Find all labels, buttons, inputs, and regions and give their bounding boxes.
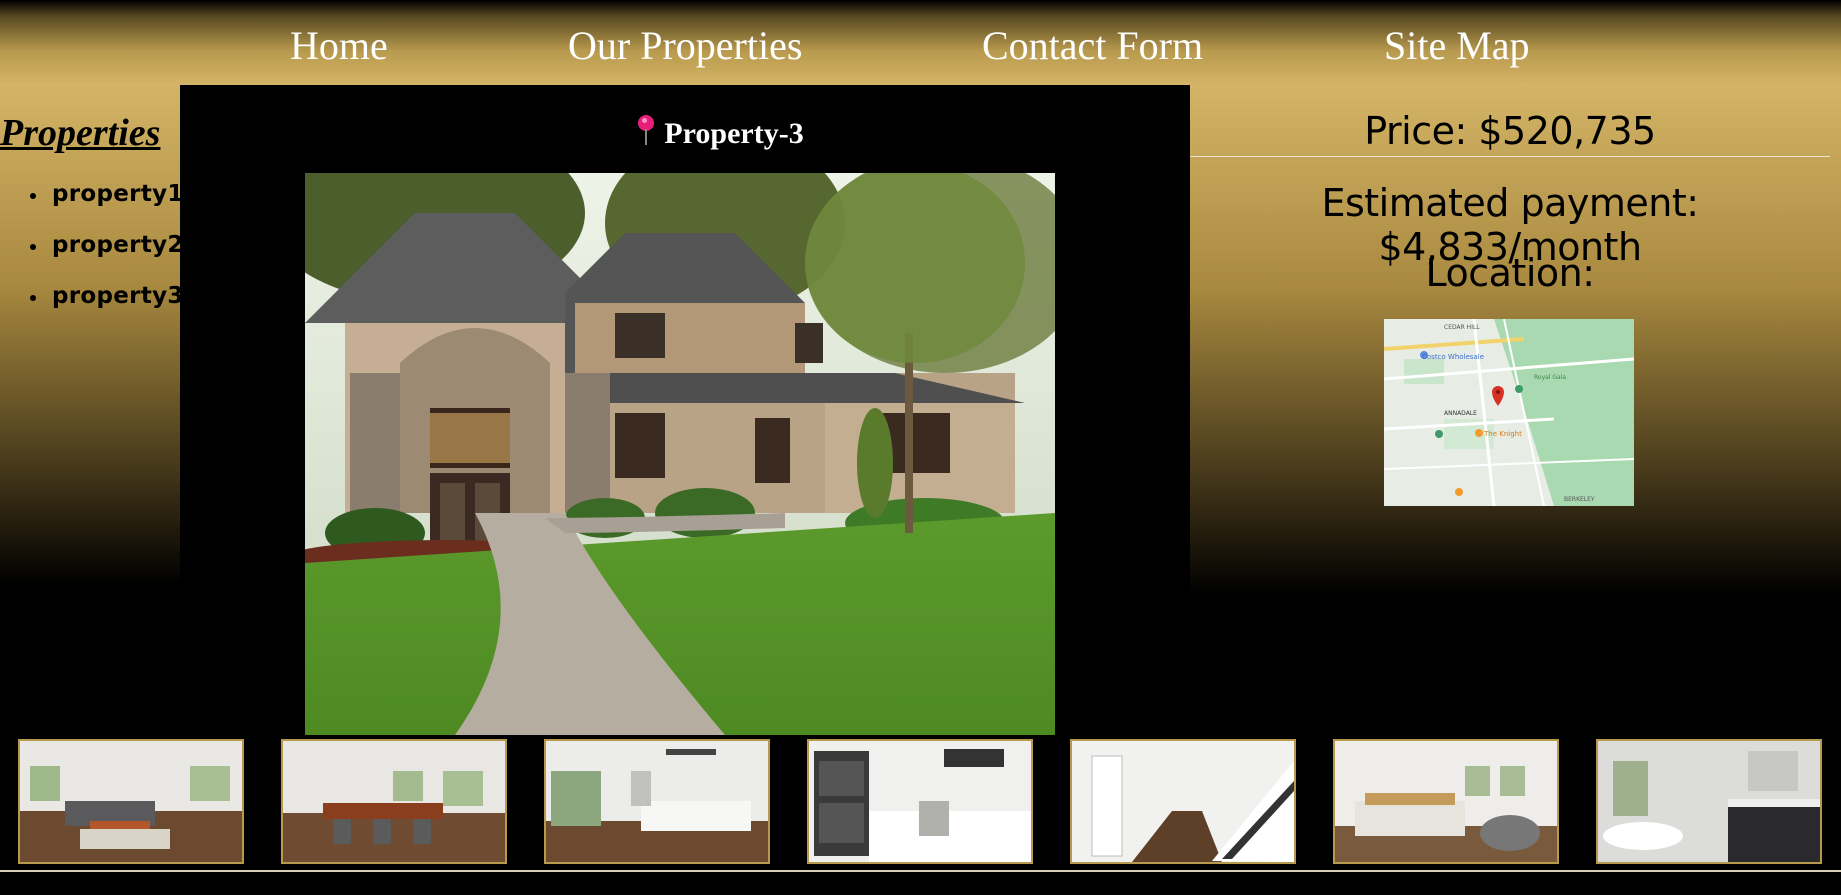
footer-divider — [0, 870, 1841, 872]
map-label: ANNADALE — [1444, 410, 1477, 417]
property-title: Property-3 — [664, 117, 804, 150]
map-label: Royal Gala — [1534, 374, 1566, 381]
location-label: Location: — [1425, 251, 1595, 295]
main-property-photo[interactable] — [305, 173, 1055, 735]
sidebar-title: Properties — [0, 112, 161, 154]
map-label: CEDAR HILL — [1444, 324, 1480, 331]
map-label: BERKELEY — [1564, 496, 1595, 503]
sidebar-item-property3[interactable]: property3 — [0, 283, 184, 334]
nav-our-properties-link[interactable]: Our Properties — [568, 22, 802, 69]
thumbnail-hallway-stairs[interactable] — [1070, 739, 1296, 864]
thumbnail-living-room[interactable] — [18, 739, 244, 864]
price-text: Price: $520,735 — [1364, 109, 1656, 153]
thumbnail-bathroom[interactable] — [1596, 739, 1822, 864]
location-map[interactable]: CEDAR HILL Costco Wholesale ANNADALE The… — [1384, 319, 1634, 506]
property-details: Price: $520,735 Estimated payment: $4,83… — [1190, 85, 1841, 595]
thumbnail-strip — [0, 739, 1841, 865]
nav-contact-form-link[interactable]: Contact Form — [982, 22, 1203, 69]
nav-site-map-link[interactable]: Site Map — [1384, 22, 1530, 69]
property-heading: Property-3 — [180, 115, 1260, 151]
top-nav: Home Our Properties Contact Form Site Ma… — [0, 0, 1841, 85]
divider — [1190, 156, 1830, 157]
nav-home-link[interactable]: Home — [290, 22, 388, 69]
sidebar-item-property1[interactable]: property1 — [0, 181, 184, 232]
property-list: property1 property2 property3 — [0, 181, 184, 334]
pushpin-icon — [636, 115, 656, 145]
properties-sidebar: Properties property1 property2 property3 — [0, 85, 183, 585]
thumbnail-dining-room[interactable] — [281, 739, 507, 864]
map-label: Costco Wholesale — [1422, 353, 1484, 361]
thumbnail-bedroom[interactable] — [1333, 739, 1559, 864]
map-label: The Knight — [1483, 430, 1522, 438]
sidebar-item-property2[interactable]: property2 — [0, 232, 184, 283]
thumbnail-kitchen-ovens[interactable] — [807, 739, 1033, 864]
thumbnail-kitchen[interactable] — [544, 739, 770, 864]
